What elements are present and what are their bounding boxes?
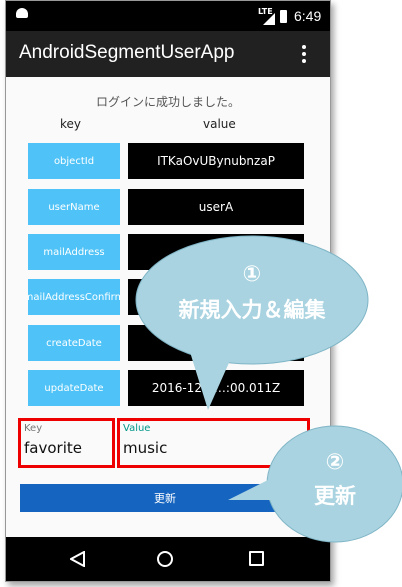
callout-1-number: ① (242, 262, 262, 287)
callout-2-text: 更新 (314, 484, 356, 508)
callout-1-text: 新規入力＆編集 (178, 298, 326, 322)
callout-2-number: ② (325, 450, 345, 475)
